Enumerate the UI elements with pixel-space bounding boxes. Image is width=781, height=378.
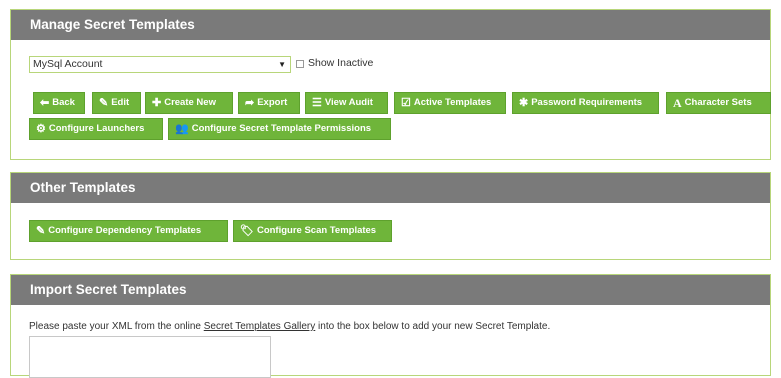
configure-dependency-templates-button[interactable]: ✎ Configure Dependency Templates <box>29 220 228 242</box>
back-button-label: Back <box>52 97 75 108</box>
edit-icon: ✎ <box>36 224 46 237</box>
export-button[interactable]: ➦ Export <box>238 92 300 114</box>
configure-scan-templates-button[interactable]: 🏷 Configure Scan Templates <box>233 220 392 242</box>
caret-down-icon: ▼ <box>278 60 286 69</box>
plus-icon: ✚ <box>152 96 162 109</box>
active-templates-label: Active Templates <box>413 97 492 108</box>
configure-scan-label: Configure Scan Templates <box>256 225 377 236</box>
other-templates-panel: Other Templates <box>10 172 771 260</box>
check-square-icon: ☑ <box>401 96 411 109</box>
configure-dependency-label: Configure Dependency Templates <box>48 225 202 236</box>
create-new-label: Create New <box>164 97 216 108</box>
export-icon: ➦ <box>245 96 255 109</box>
template-select[interactable]: MySql Account ▼ <box>29 56 291 73</box>
asterisk-icon: ✱ <box>519 96 529 109</box>
import-instructions: Please paste your XML from the online Se… <box>29 321 550 332</box>
edit-button[interactable]: ✎ Edit <box>92 92 141 114</box>
users-icon: 👥 <box>175 122 189 135</box>
list-icon: ☰ <box>312 96 322 109</box>
manage-templates-title: Manage Secret Templates <box>11 10 770 40</box>
active-templates-button[interactable]: ☑ Active Templates <box>394 92 506 114</box>
configure-launchers-label: Configure Launchers <box>48 123 145 134</box>
back-arrow-icon: ⬅ <box>40 96 50 109</box>
templates-gallery-link[interactable]: Secret Templates Gallery <box>204 321 316 332</box>
font-icon: A <box>673 96 682 110</box>
export-label: Export <box>257 97 288 108</box>
configure-permissions-button[interactable]: 👥 Configure Secret Template Permissions <box>168 118 391 140</box>
password-requirements-button[interactable]: ✱ Password Requirements <box>512 92 659 114</box>
import-text-before: Please paste your XML from the online <box>29 321 204 332</box>
configure-launchers-button[interactable]: ⚙ Configure Launchers <box>29 118 163 140</box>
view-audit-button[interactable]: ☰ View Audit <box>305 92 388 114</box>
template-select-value: MySql Account <box>33 58 103 70</box>
configure-permissions-label: Configure Secret Template Permissions <box>191 123 372 134</box>
import-text-after: into the box below to add your new Secre… <box>315 321 551 332</box>
import-templates-title: Import Secret Templates <box>11 275 770 305</box>
view-audit-label: View Audit <box>324 97 373 108</box>
import-xml-textarea[interactable] <box>29 336 271 378</box>
character-sets-label: Character Sets <box>684 97 752 108</box>
show-inactive-checkbox[interactable] <box>296 60 304 68</box>
show-inactive-label: Show Inactive <box>308 57 374 69</box>
edit-icon: ✎ <box>99 96 109 109</box>
other-templates-title: Other Templates <box>11 173 770 203</box>
edit-button-label: Edit <box>111 97 130 108</box>
back-button[interactable]: ⬅ Back <box>33 92 85 114</box>
create-new-button[interactable]: ✚ Create New <box>145 92 233 114</box>
tag-icon: 🏷 <box>240 224 254 237</box>
gears-icon: ⚙ <box>36 122 46 135</box>
password-requirements-label: Password Requirements <box>531 97 643 108</box>
character-sets-button[interactable]: A Character Sets <box>666 92 771 114</box>
